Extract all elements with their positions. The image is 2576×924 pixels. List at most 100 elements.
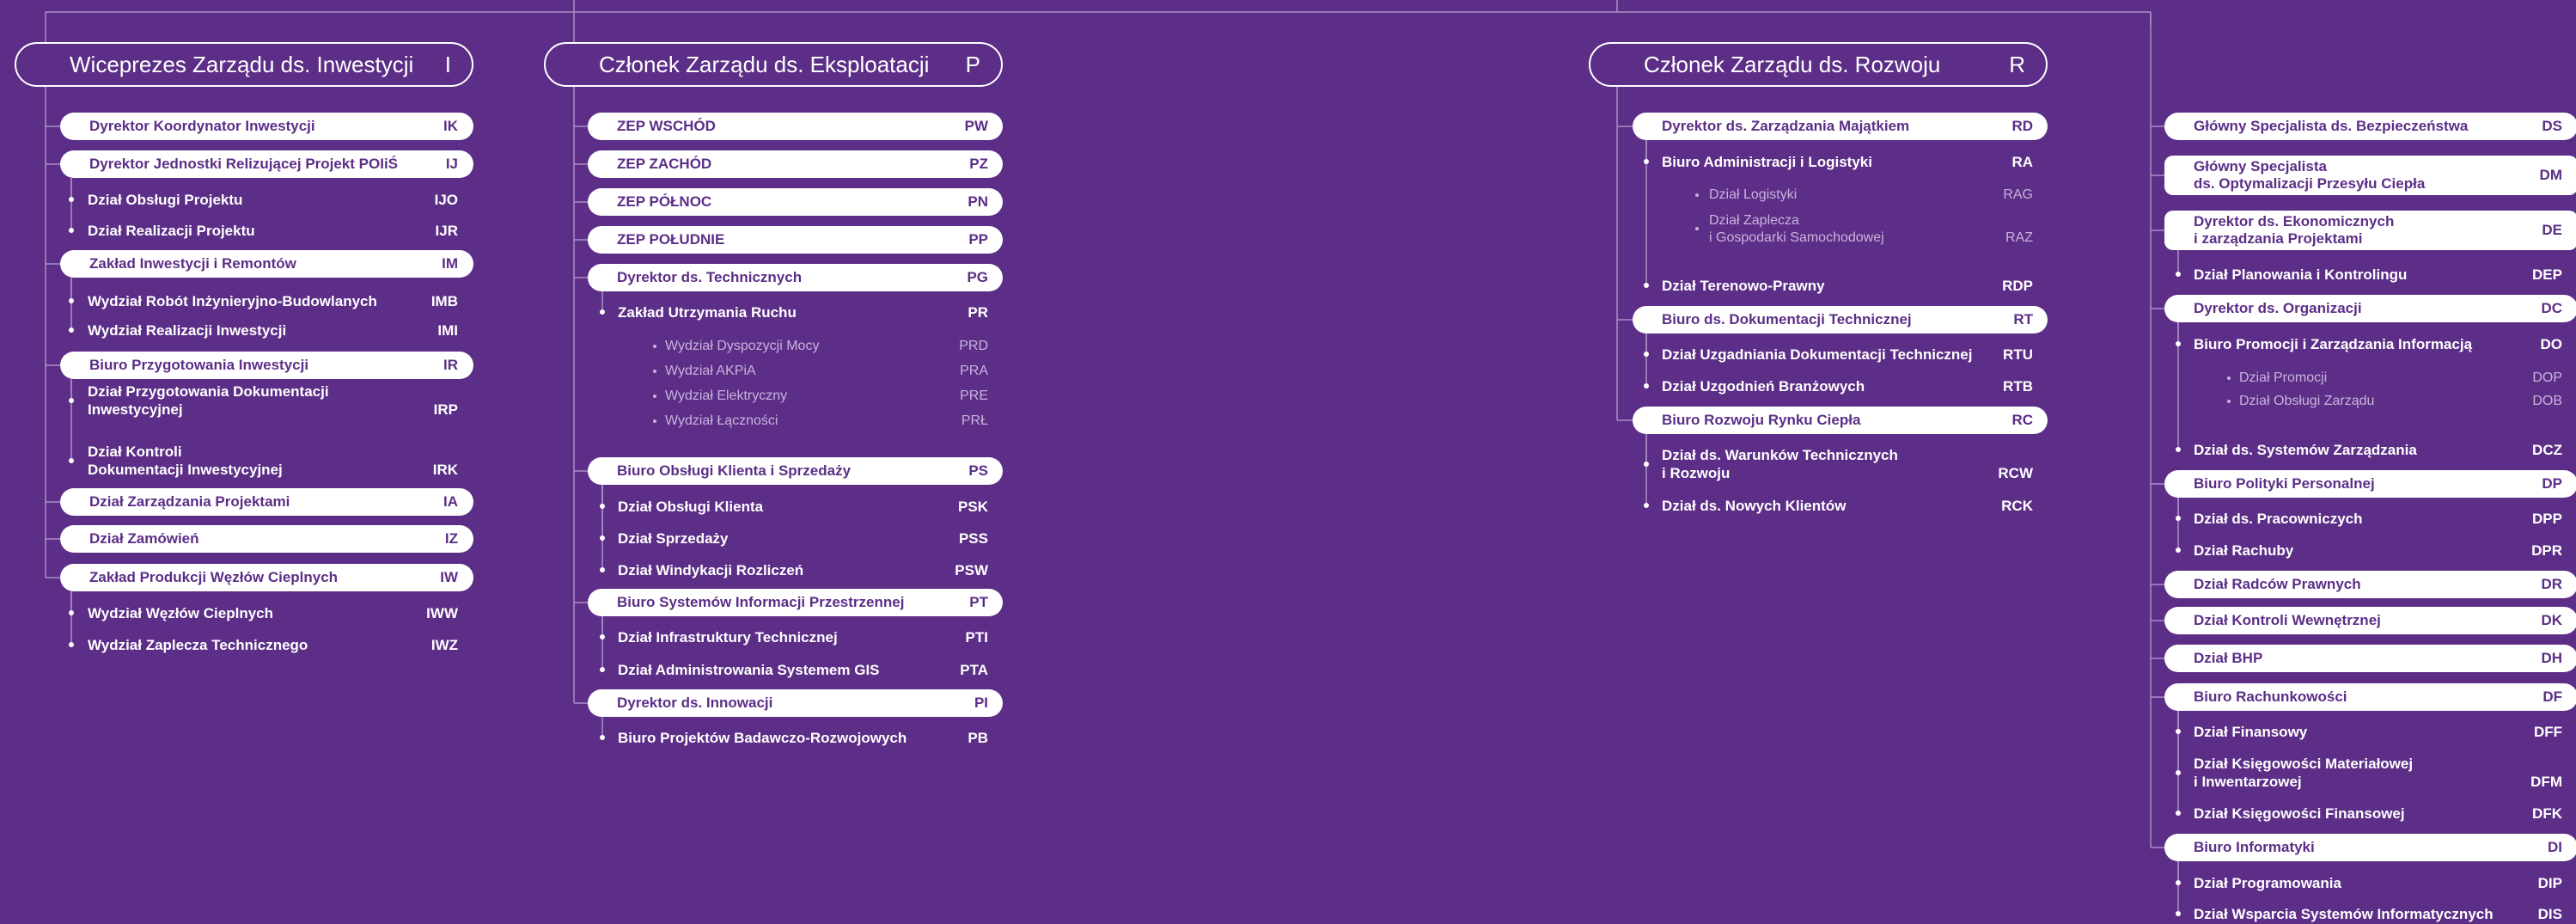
unit-row[interactable]: Dział Windykacji Rozliczeń PSW <box>600 561 988 579</box>
unit-label: Biuro Rachunkowości <box>2194 688 2347 705</box>
unit-pill[interactable]: Biuro Systemów Informacji Przestrzennej P… <box>588 589 1003 616</box>
unit-pill[interactable]: Dyrektor ds. Innowacji PI <box>588 689 1003 717</box>
unit-pill[interactable]: Główny Specjalista ds. Bezpieczeństwa DS <box>2164 113 2576 140</box>
sub-unit[interactable]: Wydział Elektryczny PRE <box>653 388 988 405</box>
sub-unit[interactable]: Dział Promocji DOP <box>2227 370 2562 387</box>
unit-row[interactable]: Dział Planowania i Kontrolingu DEP <box>2176 266 2562 284</box>
unit-row[interactable]: Dział Kontroli Dokumentacji Inwestycyjnej… <box>69 443 458 479</box>
unit-row[interactable]: Dział Obsługi Klienta PSK <box>600 498 988 516</box>
unit-row[interactable]: Dział ds. Nowych Klientów RCK <box>1644 497 2033 515</box>
unit-pill[interactable]: Dział Zamówień IZ <box>60 525 473 553</box>
unit-label-block: Główny Specjalista ds. Optymalizacji Prze… <box>2194 158 2425 193</box>
bullet-icon <box>69 610 74 615</box>
unit-row[interactable]: Dział Księgowości Finansowej DFK <box>2176 805 2562 823</box>
row-code: PTI <box>965 628 988 646</box>
sub-label: Dział Zaplecza <box>1709 213 1799 228</box>
unit-pill[interactable]: Biuro ds. Dokumentacji Technicznej RT <box>1633 306 2048 333</box>
head-code: P <box>965 51 980 77</box>
unit-pill[interactable]: Główny Specjalista ds. Optymalizacji Prze… <box>2164 156 2576 195</box>
unit-pill[interactable]: Dyrektor ds. Ekonomicznych i zarządzania … <box>2164 211 2576 250</box>
bullet-icon <box>69 642 74 647</box>
unit-pill[interactable]: Biuro Polityki Personalnej DP <box>2164 470 2576 498</box>
unit-row[interactable]: Dział Uzgadniania Dokumentacji Techniczn… <box>1644 346 2033 364</box>
unit-pill[interactable]: Biuro Obsługi Klienta i Sprzedaży PS <box>588 457 1003 485</box>
sub-unit[interactable]: Wydział AKPiA PRA <box>653 363 988 380</box>
unit-row[interactable]: Dział Realizacji Projektu IJR <box>69 222 458 240</box>
unit-row[interactable]: Dział Terenowo-Prawny RDP <box>1644 277 2033 295</box>
unit-pill[interactable]: ZEP ZACHÓD PZ <box>588 150 1003 178</box>
sub-unit[interactable]: Wydział Łączności PRŁ <box>653 413 988 430</box>
row-code: DEP <box>2532 266 2562 283</box>
column-head[interactable]: Wiceprezes Zarządu ds. Inwestycji I <box>15 42 473 87</box>
unit-row[interactable]: Dział Finansowy DFF <box>2176 723 2562 741</box>
unit-row[interactable]: Dział Obsługi Projektu IJO <box>69 191 458 209</box>
sub-unit[interactable]: Dział Logistyki RAG <box>1695 187 2033 204</box>
unit-pill[interactable]: ZEP POŁUDNIE PP <box>588 226 1003 254</box>
unit-pill[interactable]: Biuro Informatyki DI <box>2164 834 2576 861</box>
bullet-icon <box>2176 911 2181 916</box>
unit-row[interactable]: Dział Infrastruktury Technicznej PTI <box>600 628 988 646</box>
unit-row[interactable]: Dział Sprzedaży PSS <box>600 529 988 548</box>
bullet-icon <box>69 327 74 333</box>
unit-row[interactable]: Dział Księgowości Materiałowej i Inwentar… <box>2176 755 2562 791</box>
unit-label: Biuro Obsługi Klienta i Sprzedaży <box>617 462 852 479</box>
bullet-icon <box>600 567 605 572</box>
unit-row[interactable]: Dział Przygotowania Dokumentacji Inwestyc… <box>69 382 458 419</box>
unit-label-line2: i zarządzania Projektami <box>2194 230 2363 247</box>
unit-row[interactable]: Dział ds. Pracowniczych DPP <box>2176 510 2562 528</box>
unit-row[interactable]: Biuro Projektów Badawczo-Rozwojowych PB <box>600 729 988 747</box>
unit-pill[interactable]: Biuro Przygotowania Inwestycji IR <box>60 352 473 379</box>
row-code: IMB <box>430 292 458 309</box>
unit-row[interactable]: Wydział Zaplecza Technicznego IWZ <box>69 636 458 654</box>
unit-row[interactable]: Zakład Utrzymania Ruchu PR <box>600 303 988 321</box>
unit-pill[interactable]: Dyrektor ds. Technicznych PG <box>588 264 1003 291</box>
unit-pill[interactable]: Dział Radców Prawnych DR <box>2164 571 2576 598</box>
sub-unit[interactable]: Wydział Dyspozycji Mocy PRD <box>653 338 988 355</box>
unit-pill[interactable]: Dyrektor Jednostki Relizującej Projekt P… <box>60 150 473 178</box>
row-label: Dział Infrastruktury Technicznej <box>618 628 838 646</box>
bullet-icon <box>600 535 605 541</box>
unit-row[interactable]: Dział Programowania DIP <box>2176 874 2562 892</box>
unit-row[interactable]: Dział Rachuby DPR <box>2176 542 2562 560</box>
unit-pill[interactable]: ZEP PÓŁNOC PN <box>588 188 1003 216</box>
unit-row[interactable]: Dział ds. Warunków Technicznych i Rozwoju… <box>1644 446 2033 482</box>
unit-row[interactable]: Dział ds. Systemów Zarządzania DCZ <box>2176 441 2562 459</box>
unit-row[interactable]: Wydział Realizacji Inwestycji IMI <box>69 321 458 340</box>
column-head[interactable]: Członek Zarządu ds. Rozwoju R <box>1589 42 2048 87</box>
unit-code: IA <box>443 493 458 510</box>
unit-code: DH <box>2541 650 2562 666</box>
row-code: PSK <box>958 498 988 515</box>
column-head[interactable]: Członek Zarządu ds. Eksploatacji P <box>544 42 1003 87</box>
unit-row[interactable]: Wydział Węzłów Cieplnych IWW <box>69 604 458 622</box>
bullet-icon <box>1644 159 1649 164</box>
unit-pill[interactable]: Dział Zarządzania Projektami IA <box>60 488 473 516</box>
head-label: Członek Zarządu ds. Rozwoju <box>1644 51 1941 77</box>
unit-pill[interactable]: Dyrektor ds. Zarządzania Majątkiem RD <box>1633 113 2048 140</box>
unit-pill[interactable]: ZEP WSCHÓD PW <box>588 113 1003 140</box>
unit-pill[interactable]: Biuro Rozwoju Rynku Ciepła RC <box>1633 407 2048 434</box>
unit-pill[interactable]: Zakład Inwestycji i Remontów IM <box>60 250 473 278</box>
unit-pill[interactable]: Dział Kontroli Wewnętrznej DK <box>2164 607 2576 634</box>
unit-pill[interactable]: Dział BHP DH <box>2164 645 2576 672</box>
unit-row[interactable]: Dział Uzgodnień Branżowych RTB <box>1644 377 2033 395</box>
unit-row[interactable]: Biuro Promocji i Zarządzania Informacją D… <box>2176 335 2562 353</box>
unit-row[interactable]: Dział Administrowania Systemem GIS PTA <box>600 661 988 679</box>
row-code: PSW <box>955 561 988 578</box>
unit-pill[interactable]: Zakład Produkcji Węzłów Cieplnych IW <box>60 564 473 591</box>
bullet-icon <box>1644 283 1649 288</box>
row-code: IJO <box>434 191 458 208</box>
unit-row[interactable]: Wydział Robót Inżynieryjno-Budowlanych IM… <box>69 292 458 310</box>
sub-unit[interactable]: Dział Obsługi Zarządu DOB <box>2227 393 2562 410</box>
sub-unit[interactable]: Dział Zaplecza i Gospodarki Samochodowej R… <box>1695 212 2033 247</box>
unit-pill[interactable]: Dyrektor ds. Organizacji DC <box>2164 295 2576 322</box>
row-code: DFF <box>2533 723 2562 740</box>
row-code: IRP <box>433 401 458 418</box>
row-code: IWZ <box>430 636 458 653</box>
bullet-icon <box>1644 352 1649 357</box>
unit-row[interactable]: Dział Wsparcia Systemów Informatycznych D… <box>2176 905 2562 923</box>
unit-code: DF <box>2542 688 2562 705</box>
unit-label: Biuro Polityki Personalnej <box>2194 475 2375 492</box>
unit-row[interactable]: Biuro Administracji i Logistyki RA <box>1644 153 2033 171</box>
unit-pill[interactable]: Dyrektor Koordynator Inwestycji IK <box>60 113 473 140</box>
unit-pill[interactable]: Biuro Rachunkowości DF <box>2164 683 2576 711</box>
